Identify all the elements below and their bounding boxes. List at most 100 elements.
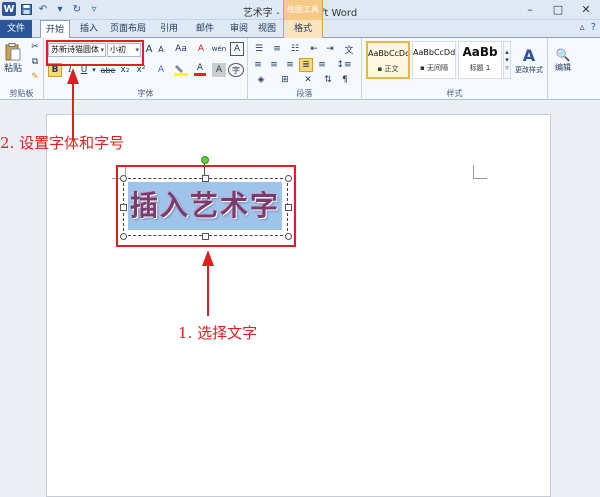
font-color-swatch bbox=[194, 73, 206, 76]
style-sample: AaBbCcDd bbox=[413, 48, 456, 57]
clipboard-group-label: 剪贴板 bbox=[9, 89, 34, 98]
character-shading-button[interactable]: A bbox=[212, 63, 226, 77]
enclose-characters-button[interactable]: 字 bbox=[228, 63, 244, 77]
cut-icon[interactable]: ✂ bbox=[28, 40, 42, 54]
editing-label: 编辑 bbox=[555, 62, 571, 72]
copy-icon[interactable]: ⧉ bbox=[28, 55, 42, 69]
editing-group: 🔍 编辑 bbox=[548, 38, 578, 100]
character-border-button[interactable]: A bbox=[230, 42, 244, 56]
editing-button[interactable]: 🔍 编辑 bbox=[550, 40, 576, 80]
superscript-label: x² bbox=[136, 65, 146, 75]
sort-icon[interactable]: ⇅ bbox=[321, 74, 335, 86]
tab-page-layout[interactable]: 页面布局 bbox=[106, 20, 150, 38]
resize-handle[interactable] bbox=[202, 175, 209, 182]
font-color-button[interactable]: A bbox=[192, 63, 208, 77]
style-normal[interactable]: AaBbCcDd ▪ 正文 bbox=[366, 41, 410, 79]
distributed-icon[interactable]: ≡ bbox=[315, 58, 329, 72]
character-shading-label: A bbox=[215, 65, 223, 75]
clipboard-group: 粘贴 ✂ ⧉ ✎ 剪贴板 bbox=[0, 38, 44, 100]
asian-layout-icon[interactable]: 文 bbox=[340, 42, 358, 56]
ribbon-collapse-icon[interactable]: ▵ bbox=[580, 22, 585, 33]
text-effects-button[interactable]: A bbox=[152, 63, 170, 77]
change-styles-icon: A bbox=[522, 45, 536, 65]
document-workspace bbox=[0, 100, 600, 497]
align-right-icon[interactable]: ≡ bbox=[283, 58, 297, 72]
minimize-icon[interactable]: – bbox=[516, 0, 544, 20]
multilevel-list-icon[interactable]: ☷ bbox=[287, 42, 303, 56]
change-case-button[interactable]: Aa bbox=[172, 42, 190, 56]
text-effects-label: A bbox=[157, 65, 165, 75]
decrease-indent-icon[interactable]: ⇤ bbox=[307, 42, 321, 56]
ribbon-tabs: 文件 开始 插入 页面布局 引用 邮件 审阅 视图 格式 ▵ ? bbox=[0, 20, 600, 39]
font-group-label: 字体 bbox=[137, 89, 154, 98]
paragraph-group: ☰ ≡ ☷ ⇤ ⇥ 文 ≡ ≡ ≡ ≣ ≡ ↕≡ ◈ ⊞ ✕ ⇅ ¶ 段落 bbox=[248, 38, 362, 100]
change-case-label: Aa bbox=[175, 44, 187, 54]
style-sample: AaBbCcDd bbox=[368, 49, 410, 58]
style-name: 标题 1 bbox=[469, 64, 491, 72]
styles-group-label: 样式 bbox=[446, 89, 463, 98]
increase-indent-icon[interactable]: ⇥ bbox=[323, 42, 337, 56]
resize-handle[interactable] bbox=[285, 233, 292, 240]
close-icon[interactable]: ✕ bbox=[572, 0, 600, 20]
font-color-label: A bbox=[196, 63, 204, 73]
window-controls: – □ ✕ bbox=[516, 0, 600, 20]
borders-icon[interactable]: ⊞ bbox=[275, 74, 295, 86]
style-no-spacing[interactable]: AaBbCcDd ▪ 无间隔 bbox=[412, 41, 456, 79]
art-text[interactable]: 插入艺术字 bbox=[130, 183, 280, 229]
tab-insert[interactable]: 插入 bbox=[72, 20, 106, 38]
enclose-characters-label: 字 bbox=[232, 65, 240, 75]
paste-label: 粘贴 bbox=[3, 63, 22, 74]
numbering-icon[interactable]: ≡ bbox=[269, 42, 285, 56]
paste-button[interactable]: 粘贴 bbox=[2, 40, 24, 76]
phonetic-guide-label: wén bbox=[211, 45, 227, 53]
strikethrough-label: abe bbox=[100, 65, 116, 75]
line-spacing-icon[interactable]: ↕≡ bbox=[334, 58, 354, 72]
maximize-icon[interactable]: □ bbox=[544, 0, 572, 20]
show-marks-icon[interactable]: ¶ bbox=[338, 74, 352, 86]
help-icon[interactable]: ? bbox=[591, 22, 596, 33]
chinese-layout-icon[interactable]: ✕ bbox=[298, 74, 318, 86]
rotate-handle[interactable] bbox=[201, 156, 209, 164]
resize-handle[interactable] bbox=[120, 204, 127, 211]
styles-scroll[interactable]: ▴ ▾ ▿ bbox=[503, 41, 511, 79]
title-bar: W ↶ ▾ ↻ ▿ 艺术字 - Microsoft Word 绘图工具 – □ … bbox=[0, 0, 600, 20]
tab-references[interactable]: 引用 bbox=[152, 20, 186, 38]
paragraph-group-label: 段落 bbox=[296, 89, 313, 98]
bullets-icon[interactable]: ☰ bbox=[251, 42, 267, 56]
grow-font-label: A bbox=[145, 43, 153, 55]
align-left-icon[interactable]: ≡ bbox=[251, 58, 265, 72]
style-heading-1[interactable]: AaBb 标题 1 bbox=[458, 41, 502, 79]
format-painter-icon[interactable]: ✎ bbox=[28, 70, 42, 84]
character-border-label: A bbox=[233, 44, 241, 54]
justify-icon[interactable]: ≣ bbox=[299, 58, 313, 72]
tab-format[interactable]: 格式 bbox=[283, 20, 323, 38]
margin-marker bbox=[473, 165, 487, 179]
tab-file[interactable]: 文件 bbox=[0, 20, 32, 38]
resize-handle[interactable] bbox=[120, 233, 127, 240]
resize-handle[interactable] bbox=[202, 233, 209, 240]
paste-icon bbox=[5, 42, 21, 60]
clear-format-label: A bbox=[197, 44, 205, 54]
bold-label: B bbox=[51, 65, 59, 75]
change-styles-button[interactable]: A 更改样式 bbox=[512, 40, 546, 80]
resize-handle[interactable] bbox=[120, 175, 127, 182]
shrink-font-button[interactable]: A bbox=[155, 42, 167, 56]
ribbon-right-controls: ▵ ? bbox=[580, 22, 596, 33]
tab-review[interactable]: 审阅 bbox=[222, 20, 256, 38]
phonetic-guide-button[interactable]: wén bbox=[210, 42, 228, 56]
clear-format-button[interactable]: A bbox=[194, 42, 208, 56]
underline-label: U bbox=[80, 65, 88, 75]
resize-handle[interactable] bbox=[285, 204, 292, 211]
grow-font-button[interactable]: A bbox=[143, 42, 155, 56]
highlight-icon[interactable] bbox=[172, 63, 190, 77]
align-center-icon[interactable]: ≡ bbox=[267, 58, 281, 72]
shading-icon[interactable]: ◈ bbox=[251, 74, 271, 86]
tab-mailings[interactable]: 邮件 bbox=[188, 20, 222, 38]
tab-home[interactable]: 开始 bbox=[40, 20, 70, 39]
context-tab-group-label: 绘图工具 bbox=[283, 0, 323, 20]
resize-handle[interactable] bbox=[285, 175, 292, 182]
style-sample: AaBb bbox=[462, 45, 498, 59]
shrink-font-label: A bbox=[158, 44, 164, 54]
tab-view[interactable]: 视图 bbox=[252, 20, 282, 38]
italic-label: I bbox=[68, 65, 72, 75]
